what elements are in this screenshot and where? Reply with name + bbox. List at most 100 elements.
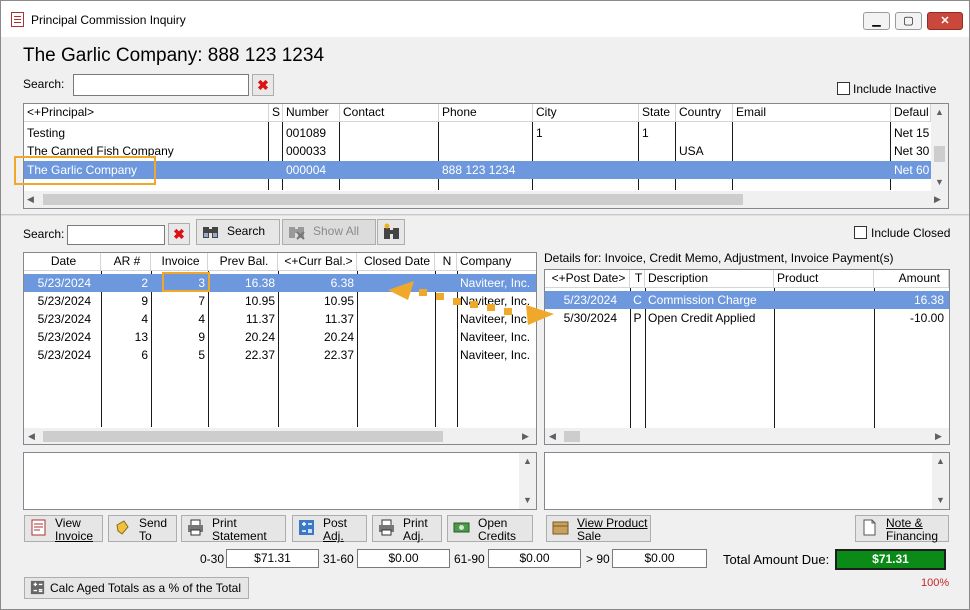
search-button[interactable]: Search — [196, 219, 280, 245]
principal-search-input[interactable] — [73, 74, 249, 96]
invoice-notes-area[interactable]: ▲ ▼ — [23, 452, 537, 510]
close-button[interactable]: ✕ — [927, 12, 963, 30]
scroll-left-icon[interactable]: ◀ — [28, 431, 35, 442]
aging-31-60-label: 31-60 — [323, 552, 354, 566]
cell-prev-bal: 22.37 — [244, 348, 275, 362]
scroll-up-icon[interactable]: ▲ — [936, 456, 945, 466]
annotation-arrow — [388, 281, 554, 325]
cell-company: Naviteer, Inc. — [460, 330, 531, 344]
col-contact[interactable]: Contact — [340, 104, 439, 122]
col-prev-bal[interactable]: Prev Bal. — [208, 253, 278, 271]
cell-t: C — [633, 293, 642, 307]
scroll-right-icon[interactable]: ▶ — [935, 431, 942, 442]
col-curr-bal[interactable]: <+Curr Bal.> — [278, 253, 357, 271]
col-default[interactable]: Defaul — [891, 104, 931, 122]
col-country[interactable]: Country — [676, 104, 733, 122]
scroll-right-icon[interactable]: ▶ — [522, 431, 529, 442]
scroll-thumb[interactable] — [43, 431, 443, 442]
col-s[interactable]: S — [269, 104, 283, 122]
col-email[interactable]: Email — [733, 104, 891, 122]
view-invoice-label-line1: View — [55, 516, 81, 530]
principal-search-label: Search: — [23, 77, 65, 91]
maximize-button[interactable]: ▢ — [895, 12, 922, 30]
send-to-label: Send To — [139, 517, 167, 543]
show-all-button-label: Show All — [313, 224, 360, 238]
calc-aged-totals-button[interactable]: Calc Aged Totals as a % of the Total — [24, 577, 249, 599]
col-amount[interactable]: Amount — [874, 270, 949, 288]
detail-notes-area[interactable]: ▲ ▼ — [544, 452, 950, 510]
principals-horizontal-scrollbar[interactable]: ◀ ▶ — [24, 191, 948, 208]
col-date[interactable]: Date — [24, 253, 101, 271]
printer-icon — [188, 519, 203, 536]
col-description[interactable]: Description — [645, 270, 774, 288]
column-divider — [438, 122, 439, 190]
col-n[interactable]: N — [435, 253, 457, 271]
scroll-right-icon[interactable]: ▶ — [934, 194, 941, 205]
post-adj-button[interactable]: Post Adj. — [292, 515, 367, 543]
cell-ar: 4 — [141, 312, 148, 326]
cell-curr-bal: 22.37 — [323, 348, 354, 362]
notes-vertical-scrollbar[interactable]: ▲ ▼ — [519, 453, 536, 509]
scroll-down-icon[interactable]: ▼ — [936, 495, 945, 505]
print-statement-label-line1: Print — [212, 516, 237, 530]
details-horizontal-scrollbar[interactable]: ◀ ▶ — [545, 428, 949, 444]
col-state[interactable]: State — [639, 104, 676, 122]
cell-date: 5/23/2024 — [37, 294, 91, 308]
scroll-left-icon[interactable]: ◀ — [27, 194, 34, 205]
table-row-selected[interactable]: The Garlic Company 000004 888 123 1234 N… — [24, 161, 931, 179]
advanced-search-button[interactable] — [377, 219, 405, 245]
details-label: Details for: Invoice, Credit Memo, Adjus… — [544, 251, 894, 265]
scroll-thumb[interactable] — [43, 194, 743, 205]
print-adj-button[interactable]: Print Adj. — [372, 515, 442, 543]
cell-ar: 2 — [141, 276, 148, 290]
cell-default: Net 15 — [894, 126, 930, 140]
col-company[interactable]: Company — [457, 253, 536, 271]
send-to-button[interactable]: Send To — [108, 515, 177, 543]
send-hand-icon — [116, 520, 129, 535]
col-t[interactable]: T — [630, 270, 645, 288]
print-statement-button[interactable]: Print Statement — [181, 515, 286, 543]
col-closed-date[interactable]: Closed Date — [357, 253, 435, 271]
col-product[interactable]: Product — [774, 270, 874, 288]
principal-search-clear-button[interactable]: ✖ — [252, 74, 274, 96]
notes-vertical-scrollbar[interactable]: ▲ ▼ — [932, 453, 949, 509]
cell-ar: 9 — [141, 294, 148, 308]
highlight-box — [14, 156, 156, 185]
col-post-date[interactable]: <+Post Date> — [545, 270, 630, 288]
invoice-search-clear-button[interactable]: ✖ — [168, 223, 190, 245]
col-invoice[interactable]: Invoice — [151, 253, 208, 271]
invoices-horizontal-scrollbar[interactable]: ◀ ▶ — [24, 428, 536, 444]
principals-vertical-scrollbar[interactable]: ▲ ▼ — [931, 104, 948, 191]
col-principal[interactable]: <+Principal> — [24, 104, 269, 122]
scroll-down-icon[interactable]: ▼ — [935, 177, 944, 187]
view-invoice-button[interactable]: View Invoice — [24, 515, 103, 543]
include-inactive-checkbox[interactable] — [837, 82, 850, 95]
note-financing-button[interactable]: Note & Financing — [855, 515, 949, 543]
col-city[interactable]: City — [533, 104, 639, 122]
aging-0-30-label: 0-30 — [200, 552, 225, 566]
include-closed-checkbox[interactable] — [854, 226, 867, 239]
invoice-search-input[interactable] — [67, 225, 165, 245]
minimize-button[interactable]: ▁ — [863, 12, 890, 30]
cell-principal: Testing — [27, 126, 66, 140]
view-product-sale-button[interactable]: View Product Sale — [546, 515, 651, 543]
cell-invoice: 4 — [198, 312, 205, 326]
show-all-button[interactable]: Show All — [282, 219, 376, 245]
scroll-thumb[interactable] — [564, 431, 580, 442]
col-number[interactable]: Number — [283, 104, 340, 122]
printer-icon — [379, 519, 394, 536]
scroll-up-icon[interactable]: ▲ — [935, 107, 944, 117]
table-row-selected[interactable]: 5/23/2024 C Commission Charge 16.38 — [545, 291, 949, 309]
binoculars-clear-icon — [289, 227, 305, 240]
scroll-up-icon[interactable]: ▲ — [523, 456, 532, 466]
col-phone[interactable]: Phone — [439, 104, 533, 122]
cell-invoice: 9 — [198, 330, 205, 344]
scroll-down-icon[interactable]: ▼ — [523, 495, 532, 505]
note-financing-label-line2: Financing — [886, 529, 939, 543]
cell-amount: 16.38 — [913, 293, 944, 307]
splitter[interactable] — [1, 214, 969, 216]
col-ar[interactable]: AR # — [101, 253, 151, 271]
open-credits-button[interactable]: Open Credits — [447, 515, 533, 543]
scroll-left-icon[interactable]: ◀ — [549, 431, 556, 442]
scroll-thumb[interactable] — [934, 146, 945, 162]
